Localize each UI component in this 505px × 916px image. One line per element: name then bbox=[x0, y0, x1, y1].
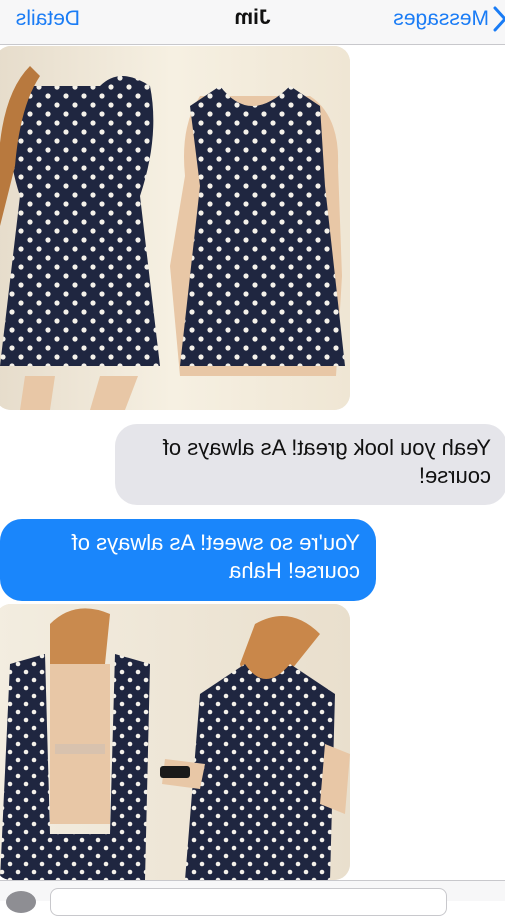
outgoing-message-text: You're so sweet! As always of course! Ha… bbox=[71, 530, 360, 583]
photo-message[interactable] bbox=[0, 46, 350, 410]
incoming-message-bubble[interactable]: Yeah you look great! As always of course… bbox=[115, 424, 505, 505]
nav-bar: Messages Jim Details bbox=[0, 0, 505, 45]
messages-screen: Messages Jim Details Yeah you look great… bbox=[0, 0, 505, 916]
outgoing-message-bubble[interactable]: You're so sweet! As always of course! Ha… bbox=[0, 519, 376, 601]
message-input-bar bbox=[0, 880, 505, 916]
photo-message[interactable] bbox=[0, 604, 350, 880]
details-button[interactable]: Details bbox=[0, 4, 80, 34]
message-input[interactable] bbox=[50, 888, 447, 916]
camera-icon[interactable] bbox=[6, 891, 36, 913]
incoming-message-text: Yeah you look great! As always of course… bbox=[162, 435, 491, 488]
dress-photo-image bbox=[0, 604, 350, 880]
dress-photo-image bbox=[0, 46, 350, 410]
